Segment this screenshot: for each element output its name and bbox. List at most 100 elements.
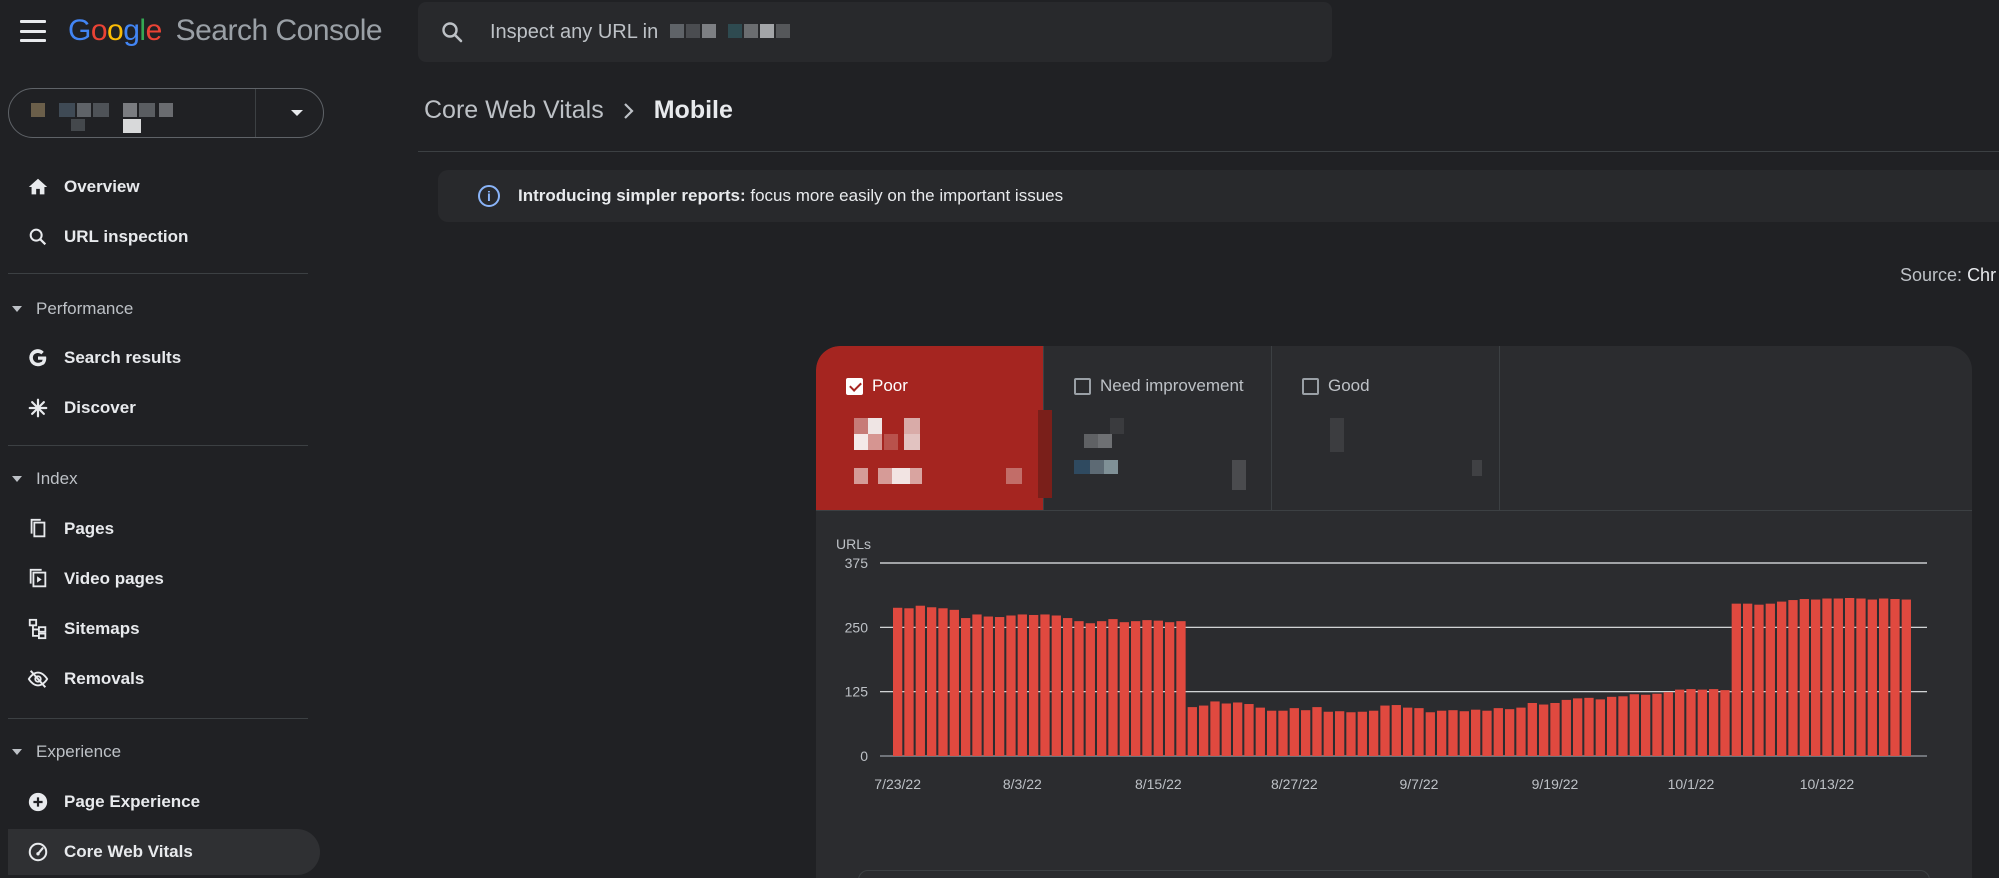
sidebar-item-video-pages[interactable]: Video pages [8,556,320,602]
sidebar-item-discover[interactable]: Discover [8,385,320,431]
bar [1573,698,1583,756]
bar [1505,709,1515,756]
sidebar-item-label: Removals [64,669,145,688]
bar [1289,708,1299,756]
report-card: Poor Need improvement Good URLs 0 125 25… [816,346,1972,878]
bar [1357,711,1367,756]
bar [1267,710,1277,756]
sidebar-item-label: Core Web Vitals [64,842,193,861]
tab-need-improvement[interactable]: Need improvement [1044,346,1272,510]
bar [972,614,982,756]
bar [1618,696,1628,756]
bar [995,617,1005,756]
section-experience[interactable]: Experience [12,737,121,767]
chevron-right-icon [623,102,634,119]
bar [1425,712,1435,756]
gauge-icon [28,842,48,862]
bar [1550,702,1560,756]
sidebar-item-removals[interactable]: Removals [8,656,320,702]
breadcrumb-parent-link[interactable]: Core Web Vitals [424,96,604,125]
section-title: Performance [36,299,134,318]
sidebar-item-page-experience[interactable]: Page Experience [8,779,320,825]
sidebar-item-sitemaps[interactable]: Sitemaps [8,606,320,652]
bar [1131,621,1141,756]
bar [1493,708,1503,756]
bar [1539,704,1549,756]
bar [1199,705,1209,756]
banner-bold-text: Introducing simpler reports: [518,186,746,205]
redacted-property [664,21,792,44]
tab-label: Need improvement [1100,376,1244,395]
tab-poor[interactable]: Poor [816,346,1052,510]
caret-down-icon [12,306,22,312]
section-performance[interactable]: Performance [12,294,133,324]
bar [1448,710,1458,756]
sidebar-item-core-web-vitals[interactable]: Core Web Vitals [8,829,320,875]
info-icon: i [478,185,500,207]
search-icon [29,228,47,246]
sidebar-item-url-inspection[interactable]: URL inspection [8,214,320,260]
search-placeholder-text: Inspect any URL in [490,21,659,43]
bar [1323,711,1333,756]
menu-icon[interactable] [20,20,46,42]
data-source: Source: Chr [1900,265,1996,286]
sidebar-item-pages[interactable]: Pages [8,506,320,552]
tab-good[interactable]: Good [1272,346,1500,510]
urls-bar-chart: URLs 0 125 250 375 7/23/22 8/3/22 8/15/22 8/27/2… [836,536,1927,792]
sidebar-item-overview[interactable]: Overview [8,164,320,210]
bar [1697,689,1707,756]
good-checkbox[interactable] [1302,378,1319,395]
bar [1063,618,1073,756]
bar [1833,598,1843,756]
sidebar-item-label: Page Experience [64,792,201,811]
y-tick-label: 375 [845,555,869,571]
bar [1391,705,1401,756]
bar [1663,692,1673,756]
sidebar: Overview URL inspection Performance Sear… [0,64,342,878]
eye-off-icon [27,670,49,688]
bar [1459,711,1469,756]
url-inspection-search[interactable]: Inspect any URL in [418,2,1332,62]
bar [1777,601,1787,756]
sitemap-icon [28,618,47,640]
need-improvement-checkbox[interactable] [1074,378,1091,395]
bar [1380,705,1390,756]
bar [983,616,993,756]
bar [1799,599,1809,756]
redacted-poor-count [854,418,1022,484]
x-tick-label: 10/13/22 [1800,776,1855,792]
bar [1108,619,1118,756]
bar [1890,599,1900,756]
top-bar: Google Search Console Inspect any URL in [0,0,1999,64]
bar [1516,707,1526,756]
bar [1403,707,1413,756]
y-axis-title: URLs [836,536,871,552]
breadcrumb: Core Web Vitals Mobile [424,96,733,125]
x-tick-label: 8/3/22 [1003,776,1042,792]
bar [1040,614,1050,756]
sidebar-item-label: URL inspection [64,227,189,246]
sidebar-divider [8,445,308,446]
logo-letter: o [90,14,108,47]
tab-label: Poor [872,376,908,395]
bar [1335,711,1345,756]
y-tick-label: 250 [845,619,869,635]
property-selector[interactable] [8,88,324,138]
sidebar-item-label: Discover [64,398,136,417]
bar [1811,599,1821,756]
sidebar-item-search-results[interactable]: Search results [8,335,320,381]
pages-icon [30,518,46,538]
product-name: Search Console [175,14,383,47]
bar [1731,603,1741,756]
bar [1765,603,1775,756]
bar [1017,614,1027,756]
bar [1085,623,1095,756]
bar [1709,689,1719,756]
y-tick-label: 125 [845,684,869,700]
banner-body-text: focus more easily on the important issue… [745,186,1064,205]
poor-checkbox[interactable] [846,378,863,395]
banner-text: Introducing simpler reports: focus more … [518,186,1063,206]
app-logo[interactable]: Google Search Console [68,14,383,48]
bar [1051,615,1061,756]
section-index[interactable]: Index [12,464,78,494]
